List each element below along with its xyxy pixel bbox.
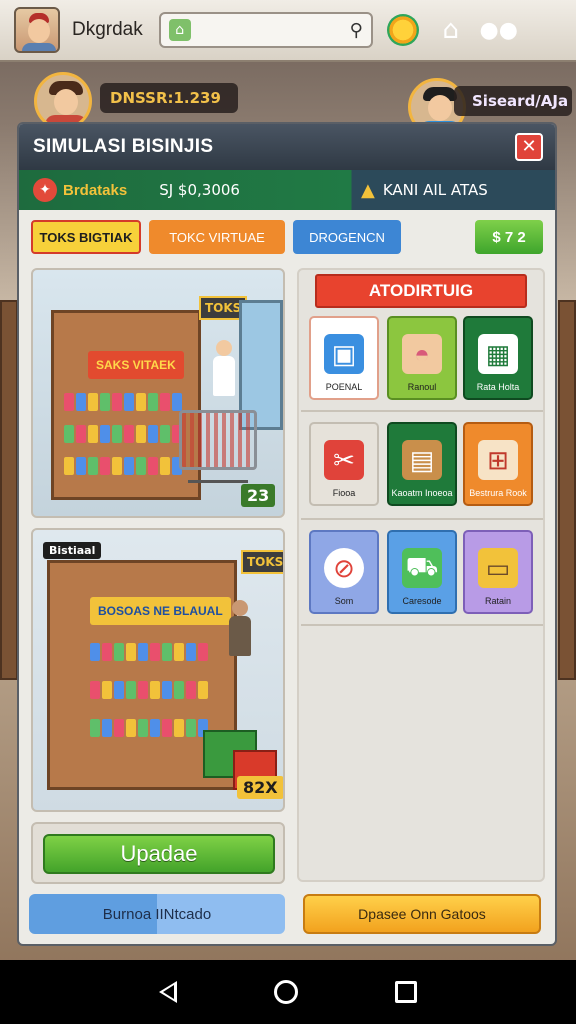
balance-text: $ 7 2 xyxy=(492,228,526,246)
friends-row: DNSSR:1.239 Siseard/AJa xyxy=(0,70,576,136)
tab-bar: TOKS BIGTIAK TOKC VIRTUAE DROGENCN $ 7 2 xyxy=(31,220,545,256)
sun-reward-icon[interactable] xyxy=(385,12,421,48)
panel-header: SIMULASI BISINJIS ✕ xyxy=(19,124,555,170)
feature-tile-1-label: POENAL xyxy=(325,382,363,392)
features-panel: ATODIRTUIG ▣ POENAL ◓ Ranoul ▦ Rata Holt… xyxy=(297,268,545,882)
building-icon[interactable]: ⌂ xyxy=(433,12,469,48)
feature-tile-1[interactable]: ▣ POENAL xyxy=(309,316,379,400)
feature-tile-8[interactable]: ⛟ Caresode xyxy=(387,530,457,614)
product-row xyxy=(64,425,182,443)
bottom-left-button[interactable]: Burnoa IINtcado xyxy=(29,894,285,934)
feature-tile-5[interactable]: ▤ Kaoatm Inoeoa xyxy=(387,422,457,506)
bg-shelf-right xyxy=(558,300,576,680)
friend-tag-right: Siseard/AJa xyxy=(454,86,572,116)
balance-button[interactable]: $ 7 2 xyxy=(475,220,543,254)
tab-virtual-store[interactable]: TOKC VIRTUAE xyxy=(149,220,285,254)
features-title: ATODIRTUIG xyxy=(315,274,527,308)
friend-tag-left: DNSSR:1.239 xyxy=(100,83,238,113)
warning-text: KANI AIL ATAS xyxy=(382,181,488,199)
feature-tile-2-label: Ranoul xyxy=(407,382,437,392)
status-bar: ✦ Brdataks SJ $0,3006 ▲ KANI AIL ATAS xyxy=(19,170,555,210)
top-bar: Dkgrdak ⌂ ⚲ ⌂ ●● xyxy=(0,0,576,62)
shelf-sign: SAKS VITAEK xyxy=(88,351,184,379)
recent-apps-icon[interactable] xyxy=(395,981,418,1003)
feature-tile-2[interactable]: ◓ Ranoul xyxy=(387,316,457,400)
shopping-cart xyxy=(179,410,257,483)
player-name: Dkgrdak xyxy=(72,19,143,40)
box-icon: ▣ xyxy=(324,334,364,374)
warning-icon: ▲ xyxy=(361,179,375,201)
divider xyxy=(301,518,543,520)
friends-icon[interactable]: ●● xyxy=(480,12,518,48)
feature-tile-4[interactable]: ✂ Fiooa xyxy=(309,422,379,506)
tab-physical-store[interactable]: TOKS BIGTIAK xyxy=(31,220,141,254)
customer xyxy=(229,600,251,656)
feature-tile-6[interactable]: ⊞ Bestrura Rook xyxy=(463,422,533,506)
feature-tile-7[interactable]: ⊘ Som xyxy=(309,530,379,614)
feature-tile-5-label: Kaoatm Inoeoa xyxy=(391,488,453,498)
update-button[interactable]: Upadae xyxy=(43,834,275,874)
store-name: Brdataks xyxy=(63,181,128,199)
cake-icon: ◓ xyxy=(402,334,442,374)
store-scene-virtual[interactable]: BOSOAS NE BLAUAL Bistiaal TOKS 82X xyxy=(31,528,285,812)
feature-tile-3-label: Rata Holta xyxy=(476,382,520,392)
warning-notice[interactable]: ▲ KANI AIL ATAS xyxy=(361,180,488,201)
feature-tile-6-label: Bestrura Rook xyxy=(469,488,527,498)
product-row xyxy=(90,719,208,737)
feature-tile-7-label: Som xyxy=(334,596,354,606)
shelf-sign: BOSOAS NE BLAUAL xyxy=(90,597,231,625)
bg-shelf-left xyxy=(0,300,18,680)
product-row xyxy=(90,643,208,661)
home-badge-icon: ⌂ xyxy=(168,19,191,41)
shopping-cart-icon: ⊞ xyxy=(478,440,518,480)
money-display: SJ $0,3006 xyxy=(159,181,240,199)
scene-price-text: 82X xyxy=(243,778,278,797)
home-icon[interactable] xyxy=(273,980,298,1004)
friend-tag-right-text: Siseard/AJa xyxy=(472,92,569,110)
android-nav-bar xyxy=(0,960,576,1024)
scene-price-text: 23 xyxy=(247,486,270,505)
close-button[interactable]: ✕ xyxy=(515,133,543,161)
search-input[interactable]: ⌂ ⚲ xyxy=(158,12,373,48)
business-sim-panel: SIMULASI BISINJIS ✕ ✦ Brdataks SJ $0,300… xyxy=(17,122,557,946)
divider xyxy=(301,624,543,626)
feature-tile-3[interactable]: ▦ Rata Holta xyxy=(463,316,533,400)
scene-price: 23 xyxy=(241,484,276,507)
search-icon[interactable]: ⚲ xyxy=(350,20,363,41)
back-icon[interactable] xyxy=(158,981,177,1003)
store-logo-icon: ✦ xyxy=(33,178,57,202)
player-avatar[interactable] xyxy=(14,7,60,53)
feature-tile-4-label: Fiooa xyxy=(332,488,356,498)
update-card: Upadae xyxy=(31,822,285,884)
product-row xyxy=(64,457,182,475)
shopping-bag-icon: ✂ xyxy=(324,440,364,480)
suitcase-icon: ▭ xyxy=(478,548,518,588)
tab-third[interactable]: DROGENCN xyxy=(293,220,401,254)
panel-title: SIMULASI BISINJIS xyxy=(33,136,214,157)
product-row xyxy=(64,393,182,411)
bottom-right-button[interactable]: Dpasee Onn Gatoos xyxy=(303,894,541,934)
store-side-sign: TOKS xyxy=(241,550,283,574)
store-shelf: SAKS VITAEK xyxy=(51,310,201,500)
feature-tile-8-label: Caresode xyxy=(402,596,442,606)
cash-register-icon: ▤ xyxy=(402,440,442,480)
divider xyxy=(301,410,543,412)
friend-tag-left-text: DNSSR:1.239 xyxy=(110,89,221,107)
feature-tile-9[interactable]: ▭ Ratain xyxy=(463,530,533,614)
feature-tile-9-label: Ratain xyxy=(484,596,511,606)
scene-badge: Bistiaal xyxy=(43,542,102,559)
building-grid-icon: ▦ xyxy=(478,334,518,374)
no-entry-icon: ⊘ xyxy=(324,548,364,588)
store-scene-physical[interactable]: SAKS VITAEK TOKS 23 xyxy=(31,268,285,518)
scene-price: 82X xyxy=(237,776,283,799)
shopkeeper xyxy=(213,340,235,396)
product-row xyxy=(90,681,208,699)
delivery-icon: ⛟ xyxy=(402,548,442,588)
scene-badge-text: Bistiaal xyxy=(49,544,96,557)
